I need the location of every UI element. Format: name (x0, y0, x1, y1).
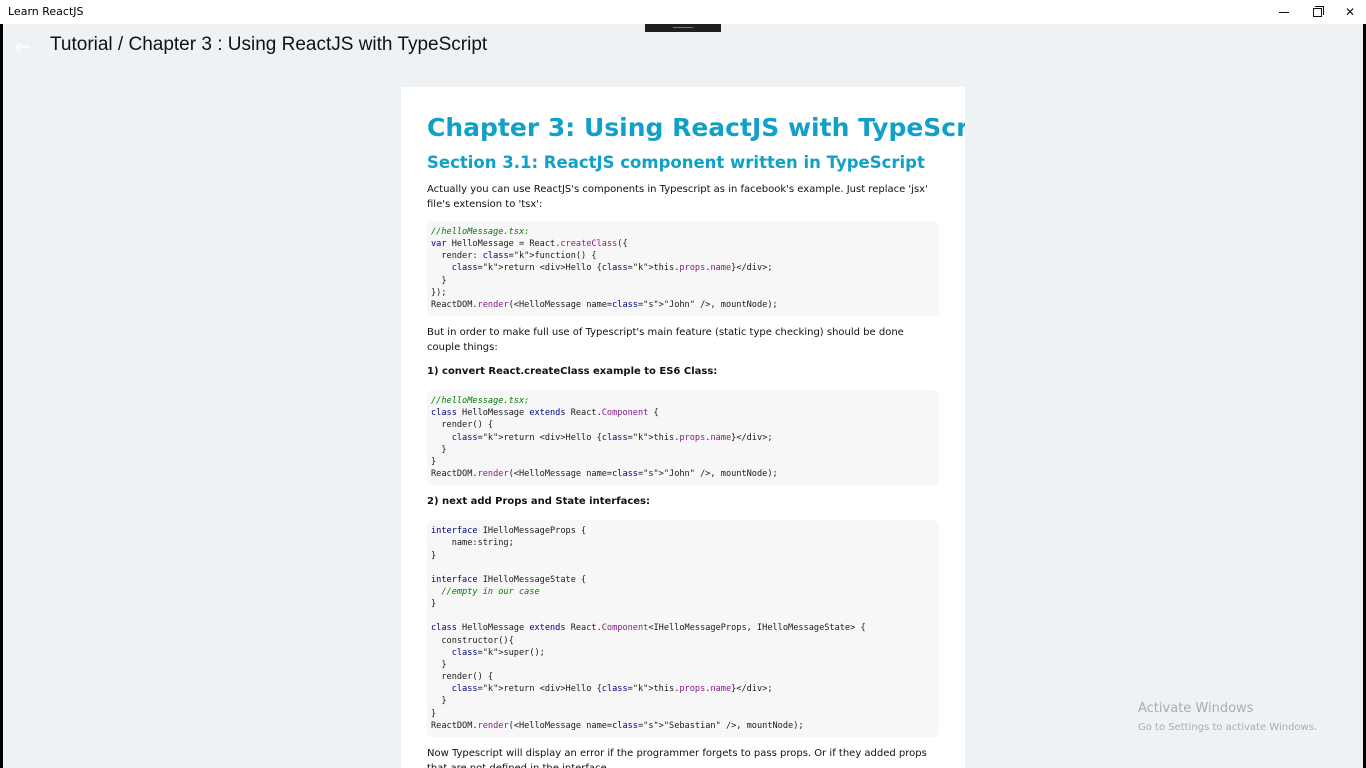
code-line: render() { (431, 672, 494, 683)
code-line: } (431, 456, 437, 467)
code-line: render: class="k">function() { (431, 251, 597, 262)
step-1-label: 1) convert React.createClass example to … (427, 366, 718, 378)
code-line: //empty in our case (431, 586, 540, 597)
code-line: ReactDOM.render(<HelloMessage name=class… (431, 469, 778, 480)
paragraph-2: But in order to make full use of Typescr… (427, 327, 904, 354)
window-titlebar[interactable]: Learn ReactJS ✕ (0, 0, 1366, 24)
code-line: } (431, 599, 437, 610)
code-line: interface IHelloMessageProps { (431, 526, 587, 537)
minimize-button[interactable] (1267, 0, 1301, 24)
drag-handle[interactable] (645, 24, 721, 32)
code-line: } (431, 444, 447, 455)
code-line: } (431, 696, 447, 707)
code-line: class="k">return <div>Hello {class="k">t… (451, 684, 773, 695)
watermark-subtitle: Go to Settings to activate Windows. (1138, 722, 1318, 733)
code-line: } (431, 708, 437, 719)
code-line: //helloMessage.tsx: (431, 227, 530, 237)
code-line: name:string; (431, 538, 514, 549)
window-title: Learn ReactJS (8, 5, 84, 18)
maximize-button[interactable] (1300, 0, 1334, 24)
intro-paragraph: Actually you can use ReactJS's component… (427, 184, 928, 210)
chapter-heading: Chapter 3: Using ReactJS with TypeScript (427, 113, 965, 142)
code-line: interface IHelloMessageState { (431, 574, 587, 585)
back-button[interactable]: ← (11, 34, 35, 58)
close-button[interactable]: ✕ (1333, 0, 1366, 24)
activation-watermark: Activate Windows Go to Settings to activ… (1138, 701, 1317, 735)
code-line: HelloMessage = React.createClass({ (451, 239, 628, 250)
page-title: Tutorial / Chapter 3 : Using ReactJS wit… (50, 34, 488, 55)
code-line: constructor(){ (431, 635, 514, 646)
code-line: class HelloMessage extends React.Compone… (431, 408, 659, 419)
step-2-label: 2) next add Props and State interfaces: (427, 496, 650, 508)
code-line: render() { (431, 420, 494, 431)
code-block-1[interactable]: //helloMessage.tsx: var HelloMessage = R… (427, 221, 939, 317)
code-token: var (431, 239, 447, 250)
code-line: class="k">return <div>Hello {class="k">t… (451, 432, 773, 443)
code-line: class="k">return <div>Hello {class="k">t… (451, 263, 773, 274)
code-line: ReactDOM.render(<HelloMessage name=class… (431, 720, 804, 731)
code-line: ReactDOM.render(<HelloMessage name=class… (431, 299, 778, 310)
app-content: ← Tutorial / Chapter 3 : Using ReactJS w… (3, 24, 1363, 768)
code-line: class HelloMessage extends React.Compone… (431, 623, 866, 634)
watermark-title: Activate Windows (1138, 701, 1254, 716)
article-card: Chapter 3: Using ReactJS with TypeScript… (401, 87, 965, 768)
code-line: class="k">super(); (451, 647, 545, 658)
minimize-icon (1279, 11, 1289, 13)
code-line: } (431, 275, 447, 286)
back-arrow-icon: ← (14, 34, 32, 58)
section-heading: Section 3.1: ReactJS component written i… (427, 153, 925, 172)
code-line: }); (431, 287, 447, 298)
restore-icon (1312, 5, 1324, 17)
code-line: } (431, 659, 447, 670)
code-block-3[interactable]: interface IHelloMessageProps { name:stri… (427, 520, 939, 737)
code-block-2[interactable]: //helloMessage.tsx: class HelloMessage e… (427, 390, 939, 486)
code-line: } (431, 550, 437, 561)
outro-paragraph: Now Typescript will display an error if … (427, 747, 927, 768)
close-icon: ✕ (1344, 5, 1356, 19)
code-line: //helloMessage.tsx: (431, 396, 530, 407)
